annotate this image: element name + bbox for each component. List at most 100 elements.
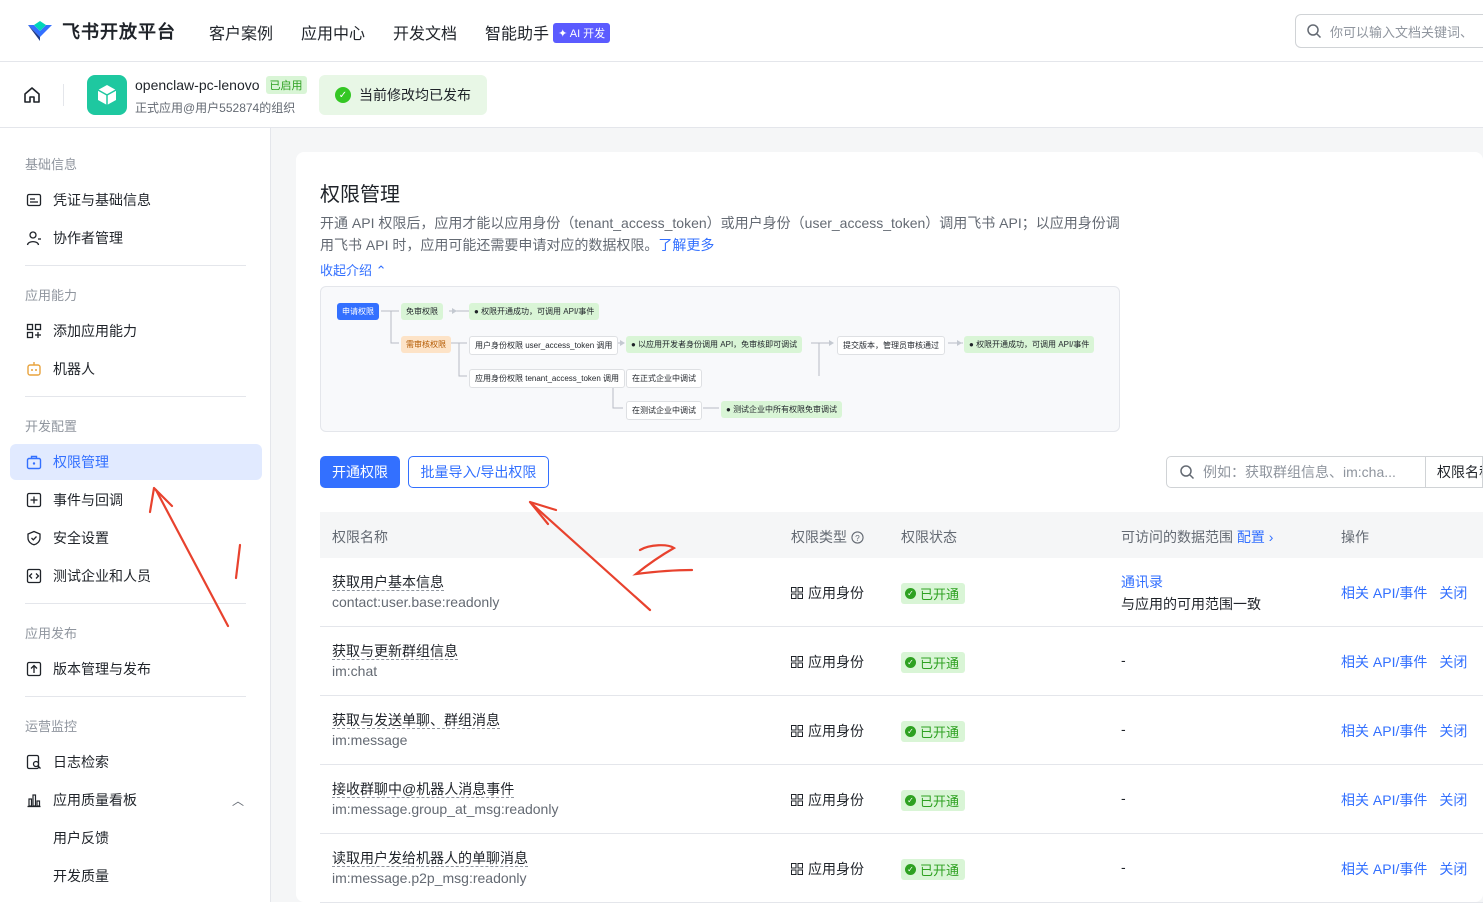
- table-row: 获取用户基本信息 contact:user.base:readonly 应用身份…: [320, 558, 1483, 627]
- log-search-icon: [25, 753, 43, 771]
- close-permission-link[interactable]: 关闭: [1439, 859, 1467, 879]
- enable-permission-button[interactable]: 开通权限: [320, 456, 400, 488]
- home-icon[interactable]: [22, 85, 42, 105]
- sidebar-item-security[interactable]: 安全设置: [10, 520, 262, 556]
- column-name: 权限名称: [332, 529, 388, 545]
- check-icon: ✓: [905, 864, 916, 875]
- permission-type-label: 应用身份: [808, 654, 864, 670]
- permission-type: 应用身份: [791, 859, 864, 879]
- status-badge: ✓ 已开通: [901, 859, 966, 880]
- row-actions: 相关 API/事件 关闭: [1341, 859, 1467, 879]
- permission-search-input[interactable]: 例如：获取群组信息、im:cha...: [1166, 456, 1426, 488]
- platform-logo[interactable]: 飞书开放平台: [26, 18, 176, 44]
- divider: [25, 396, 246, 397]
- close-permission-link[interactable]: 关闭: [1439, 790, 1467, 810]
- divider: [25, 603, 246, 604]
- diagram-test-result-label: 测试企业中所有权限免审调试: [733, 405, 838, 414]
- app-name-text: openclaw-pc-lenovo: [135, 77, 260, 93]
- diagram-no-review-node: 免审权限: [401, 303, 443, 320]
- batch-import-export-button[interactable]: 批量导入/导出权限: [408, 456, 549, 488]
- sidebar-item-versions[interactable]: 版本管理与发布: [10, 651, 262, 687]
- close-permission-link[interactable]: 关闭: [1439, 583, 1467, 603]
- diagram-submit-node: 提交版本，管理员审核通过: [837, 336, 945, 355]
- sidebar-item-label: 应用质量看板: [53, 792, 137, 808]
- sidebar-item-quality-board[interactable]: 应用质量看板 ︿: [10, 782, 262, 818]
- doc-search-placeholder: 你可以输入文档关键词、: [1330, 24, 1474, 40]
- check-icon: ✓: [905, 588, 916, 599]
- search-field-select[interactable]: 权限名称: [1425, 456, 1483, 488]
- event-icon: [25, 491, 43, 509]
- range-contacts-link[interactable]: 通讯录: [1121, 572, 1163, 592]
- range-text: -: [1121, 721, 1126, 737]
- range-text: -: [1121, 859, 1126, 875]
- column-range: 可访问的数据范围 配置 ›: [1121, 527, 1273, 547]
- permission-name: 读取用户发给机器人的单聊消息: [332, 848, 528, 868]
- nav-app-center[interactable]: 应用中心: [301, 20, 365, 44]
- nav-smart-assistant-label: 智能助手: [485, 26, 550, 43]
- bar-chart-icon: [25, 791, 43, 809]
- permission-name: 获取与更新群组信息: [332, 641, 458, 661]
- sidebar-item-label: 日志检索: [53, 754, 109, 770]
- sidebar-item-label: 安全设置: [53, 530, 109, 546]
- collapse-intro-link[interactable]: 收起介绍 ⌃: [320, 260, 387, 279]
- feishu-logo-icon: [28, 21, 52, 41]
- chevron-up-icon: ︿: [231, 793, 244, 808]
- apps-add-icon: [25, 322, 43, 340]
- sidebar-item-label: 凭证与基础信息: [53, 192, 151, 208]
- permission-scope: im:message.group_at_msg:readonly: [332, 801, 559, 817]
- sidebar-item-dev-quality[interactable]: 开发质量: [10, 858, 262, 894]
- close-permission-link[interactable]: 关闭: [1439, 721, 1467, 741]
- sidebar-item-bot[interactable]: 机器人: [10, 351, 262, 387]
- sidebar-item-permissions[interactable]: 权限管理: [10, 444, 262, 480]
- status-label: 已开通: [920, 794, 960, 809]
- grid-icon: [791, 725, 803, 737]
- range-config-link[interactable]: 配置 ›: [1237, 529, 1274, 545]
- permission-type-label: 应用身份: [808, 792, 864, 808]
- publish-status-badge: ✓ 当前修改均已发布: [319, 75, 487, 115]
- related-api-link[interactable]: 相关 API/事件: [1341, 652, 1427, 672]
- permission-type: 应用身份: [791, 790, 864, 810]
- close-permission-link[interactable]: 关闭: [1439, 652, 1467, 672]
- sidebar-item-label: 开发质量: [53, 868, 109, 884]
- sidebar-group-capabilities: 应用能力: [25, 288, 78, 303]
- sidebar-item-events[interactable]: 事件与回调: [10, 482, 262, 518]
- robot-icon: [25, 360, 43, 378]
- nav-customer-cases[interactable]: 客户案例: [209, 20, 273, 44]
- sidebar-item-credentials[interactable]: 凭证与基础信息: [10, 182, 262, 218]
- related-api-link[interactable]: 相关 API/事件: [1341, 790, 1427, 810]
- search-icon: [1307, 24, 1322, 39]
- sidebar-item-logs[interactable]: 日志检索: [10, 744, 262, 780]
- related-api-link[interactable]: 相关 API/事件: [1341, 583, 1427, 603]
- doc-search-input[interactable]: 你可以输入文档关键词、: [1295, 14, 1483, 48]
- diagram-no-review-result-label: 权限开通成功，可调用 API/事件: [481, 307, 595, 316]
- permission-name: 获取用户基本信息: [332, 572, 444, 592]
- diagram-final-result-label: 权限开通成功，可调用 API/事件: [976, 340, 1090, 349]
- table-header: 权限名称 权限类型? 权限状态 可访问的数据范围 配置 › 操作: [320, 512, 1483, 558]
- nav-smart-assistant[interactable]: 智能助手 ✦ AI 开发: [485, 20, 611, 44]
- permission-flow-diagram: 申请权限 免审权限 ● 权限开通成功，可调用 API/事件 需审核权限 用户身份…: [320, 286, 1120, 432]
- column-range-label: 可访问的数据范围: [1121, 529, 1233, 545]
- permission-type: 应用身份: [791, 721, 864, 741]
- permission-name-text: 获取用户基本信息: [332, 574, 444, 591]
- learn-more-link[interactable]: 了解更多: [658, 237, 714, 253]
- sidebar-item-label: 权限管理: [53, 454, 109, 470]
- sidebar-item-user-feedback[interactable]: 用户反馈: [10, 820, 262, 856]
- related-api-link[interactable]: 相关 API/事件: [1341, 721, 1427, 741]
- sidebar-group-basic: 基础信息: [25, 157, 78, 172]
- svg-text:?: ?: [855, 532, 860, 542]
- diagram-dev-identity-label: 以应用开发者身份调用 API，免审核即可调试: [638, 340, 798, 349]
- sidebar-item-add-capability[interactable]: 添加应用能力: [10, 313, 262, 349]
- nav-dev-docs[interactable]: 开发文档: [393, 20, 457, 44]
- sidebar-group-dev-config: 开发配置: [25, 419, 78, 434]
- row-actions: 相关 API/事件 关闭: [1341, 583, 1467, 603]
- sidebar-item-collaborators[interactable]: 协作者管理: [10, 220, 262, 256]
- table-row: 读取用户发给机器人的单聊消息 im:message.p2p_msg:readon…: [320, 834, 1483, 903]
- sidebar-item-test-org[interactable]: 测试企业和人员: [10, 558, 262, 594]
- logo-text: 飞书开放平台: [62, 22, 176, 42]
- diagram-formal-debug-node: 在正式企业中调试: [626, 369, 702, 388]
- help-icon[interactable]: ?: [851, 530, 864, 544]
- check-icon: ✓: [905, 795, 916, 806]
- permission-name-text: 读取用户发给机器人的单聊消息: [332, 850, 528, 867]
- related-api-link[interactable]: 相关 API/事件: [1341, 859, 1427, 879]
- status-badge: ✓ 已开通: [901, 790, 966, 811]
